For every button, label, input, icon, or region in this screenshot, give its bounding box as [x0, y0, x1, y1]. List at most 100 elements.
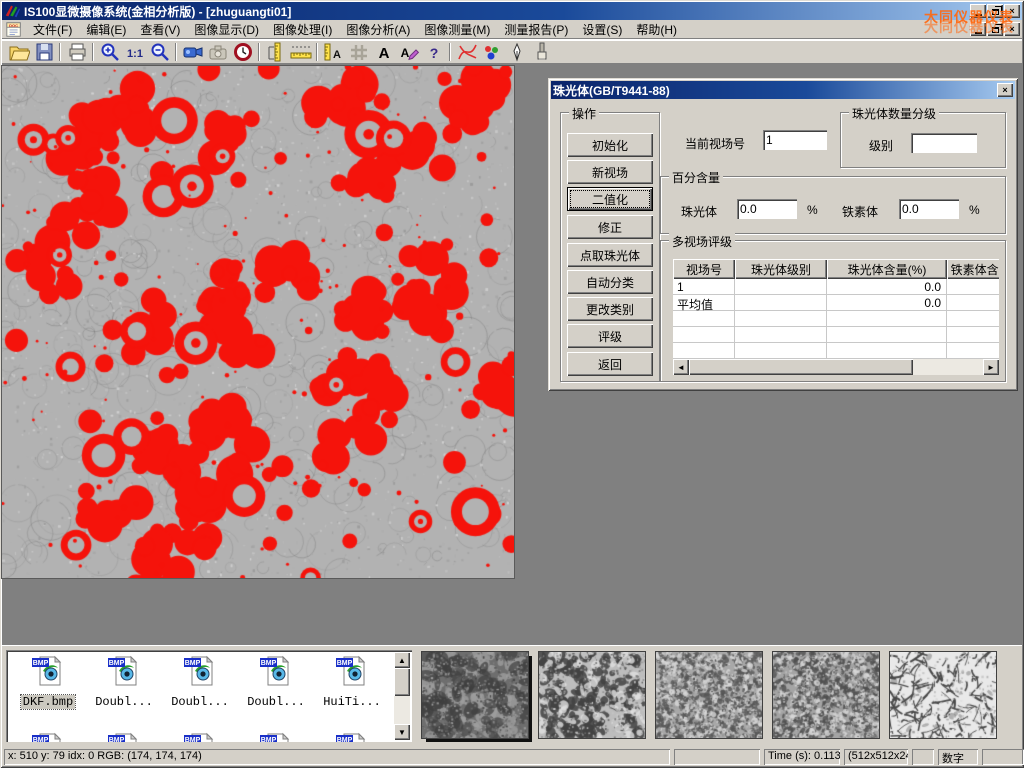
menu-item-5[interactable]: 图像分析(A) — [339, 19, 417, 40]
still-camera-icon[interactable] — [205, 41, 230, 63]
grid-icon[interactable] — [346, 41, 371, 63]
rating-table-hscrollbar[interactable]: ◄ ► — [673, 359, 999, 375]
op-button-4[interactable]: 点取珠光体 — [567, 243, 653, 267]
sample-thumbnail-0[interactable] — [422, 652, 528, 738]
vscroll-thumb[interactable] — [394, 668, 410, 696]
svg-text:BMP: BMP — [33, 737, 49, 742]
video-camera-icon[interactable] — [180, 41, 205, 63]
file-item-partial-2[interactable]: BMP — [163, 732, 237, 742]
file-item-partial-1[interactable]: BMP — [87, 732, 161, 742]
op-button-8[interactable]: 返回 — [567, 352, 653, 376]
hscroll-right-arrow[interactable]: ► — [983, 359, 999, 375]
toolbar: 1:1AAA? — [2, 40, 1022, 64]
op-button-3[interactable]: 修正 — [567, 215, 653, 239]
rating-table-header: 视场号珠光体级别珠光体含量(%)铁素体含量(%) — [673, 259, 999, 279]
table-header-0[interactable]: 视场号 — [673, 259, 735, 279]
vscroll-up-arrow[interactable]: ▲ — [394, 652, 410, 668]
file-item-1[interactable]: BMPDoubl... — [87, 655, 161, 710]
status-panel-0: x: 510 y: 79 idx: 0 RGB: (174, 174, 174) — [4, 749, 670, 765]
dialog-close-button[interactable]: × — [997, 83, 1013, 97]
svg-text:?: ? — [429, 45, 438, 61]
sample-thumbnail-1[interactable] — [539, 652, 645, 738]
toolbar-separator — [316, 43, 318, 61]
restore-button[interactable] — [987, 4, 1003, 18]
help-icon[interactable]: ? — [421, 41, 446, 63]
close-button[interactable]: × — [1004, 4, 1020, 18]
file-item-0[interactable]: BMPDKF.bmp — [11, 655, 85, 710]
annotate-icon[interactable]: A — [396, 41, 421, 63]
operations-group: 操作 初始化新视场二值化修正点取珠光体自动分类更改类别评级返回 — [560, 112, 660, 382]
pearlite-percent-input[interactable] — [737, 199, 797, 219]
mdi-close-button[interactable]: × — [1004, 22, 1020, 36]
curve-icon[interactable] — [454, 41, 479, 63]
op-button-0[interactable]: 初始化 — [567, 133, 653, 157]
menu-item-0[interactable]: 文件(F) — [26, 19, 79, 40]
save-icon[interactable] — [31, 41, 56, 63]
menu-item-4[interactable]: 图像处理(I) — [266, 19, 339, 40]
sample-thumbnail-4[interactable] — [890, 652, 996, 738]
op-button-1[interactable]: 新视场 — [567, 160, 653, 184]
menu-item-9[interactable]: 帮助(H) — [629, 19, 684, 40]
file-name: Doubl... — [169, 695, 231, 709]
timer-icon[interactable] — [230, 41, 255, 63]
zoom-out-icon[interactable] — [147, 41, 172, 63]
brush-icon[interactable] — [529, 41, 554, 63]
mdi-restore-button[interactable] — [987, 22, 1003, 36]
file-browser[interactable]: ▲ ▼ BMPDKF.bmpBMPDoubl...BMPDoubl...BMPD… — [6, 650, 412, 742]
sample-thumbnail-3[interactable] — [773, 652, 879, 738]
menu-item-1[interactable]: 编辑(E) — [79, 19, 133, 40]
ruler-icon[interactable] — [288, 41, 313, 63]
current-field-input[interactable] — [763, 130, 827, 150]
table-header-3[interactable]: 铁素体含量(%) — [947, 259, 999, 279]
actual-size-icon[interactable]: 1:1 — [122, 41, 147, 63]
menu-item-2[interactable]: 查看(V) — [133, 19, 187, 40]
status-bar: x: 510 y: 79 idx: 0 RGB: (174, 174, 174)… — [2, 748, 1022, 766]
measure-text-icon[interactable]: A — [321, 41, 346, 63]
level-input[interactable] — [911, 133, 977, 153]
sample-thumbnail-2[interactable] — [656, 652, 762, 738]
op-button-5[interactable]: 自动分类 — [567, 270, 653, 294]
pearlite-dialog: 珠光体(GB/T9441-88) × 操作 初始化新视场二值化修正点取珠光体自动… — [548, 78, 1018, 391]
vscroll-down-arrow[interactable]: ▼ — [394, 724, 410, 740]
pearlite-label: 珠光体 — [681, 203, 717, 220]
table-header-1[interactable]: 珠光体级别 — [735, 259, 827, 279]
table-row-1[interactable]: 平均值0.0 — [673, 295, 999, 311]
grading-group: 珠光体数量分级 级别 — [840, 112, 1006, 168]
dialog-title-bar[interactable]: 珠光体(GB/T9441-88) — [551, 81, 1015, 99]
bmp-file-icon: BMP — [239, 732, 313, 742]
hscroll-thumb[interactable] — [689, 359, 913, 375]
menu-item-3[interactable]: 图像显示(D) — [187, 19, 266, 40]
pen-icon[interactable] — [504, 41, 529, 63]
op-button-6[interactable]: 更改类别 — [567, 297, 653, 321]
bmp-file-icon: BMP — [315, 732, 389, 742]
mdi-minimize-button[interactable] — [970, 22, 986, 36]
particles-icon[interactable] — [479, 41, 504, 63]
op-button-7[interactable]: 评级 — [567, 324, 653, 348]
op-button-2[interactable]: 二值化 — [567, 187, 653, 211]
svg-text:BMP: BMP — [33, 660, 49, 667]
rating-table[interactable]: 视场号珠光体级别珠光体含量(%)铁素体含量(%) 10.0平均值0.0 ◄ ► — [673, 259, 999, 375]
table-row-0[interactable]: 10.0 — [673, 279, 999, 295]
caliper-icon[interactable] — [263, 41, 288, 63]
table-header-2[interactable]: 珠光体含量(%) — [827, 259, 947, 279]
file-item-3[interactable]: BMPDoubl... — [239, 655, 313, 710]
zoom-in-icon[interactable] — [97, 41, 122, 63]
minimize-button[interactable] — [970, 4, 986, 18]
toolbar-separator — [92, 43, 94, 61]
file-item-partial-0[interactable]: BMP — [11, 732, 85, 742]
hscroll-left-arrow[interactable]: ◄ — [673, 359, 689, 375]
metallograph-image[interactable] — [2, 66, 514, 578]
file-browser-vscrollbar[interactable]: ▲ ▼ — [394, 652, 410, 740]
bmp-file-icon: BMP — [239, 655, 313, 692]
file-item-4[interactable]: BMPHuiTi... — [315, 655, 389, 710]
print-icon[interactable] — [64, 41, 89, 63]
ferrite-percent-input[interactable] — [899, 199, 959, 219]
menu-item-8[interactable]: 设置(S) — [575, 19, 629, 40]
file-item-partial-4[interactable]: BMP — [315, 732, 389, 742]
menu-item-7[interactable]: 测量报告(P) — [497, 19, 575, 40]
font-icon[interactable]: A — [371, 41, 396, 63]
file-item-partial-3[interactable]: BMP — [239, 732, 313, 742]
file-item-2[interactable]: BMPDoubl... — [163, 655, 237, 710]
menu-item-6[interactable]: 图像测量(M) — [417, 19, 497, 40]
open-icon[interactable] — [6, 41, 31, 63]
